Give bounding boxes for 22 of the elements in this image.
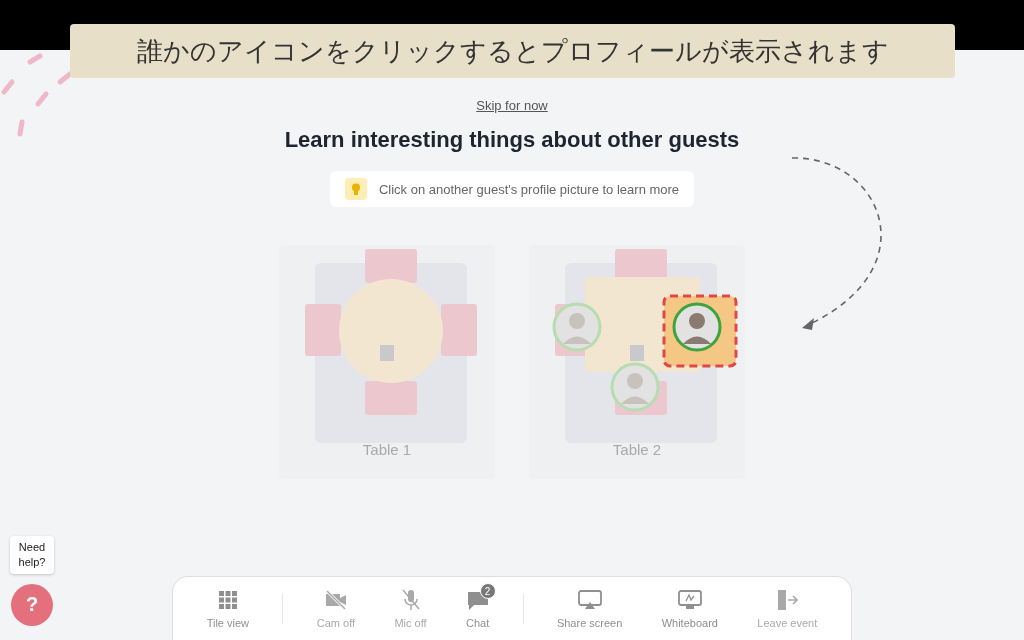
share-screen-icon bbox=[577, 590, 602, 610]
heading: Learn interesting things about other guests bbox=[284, 127, 740, 153]
exit-door-icon bbox=[776, 589, 799, 611]
grid-icon bbox=[218, 591, 237, 609]
table-label: Table 2 bbox=[612, 441, 662, 458]
camera-off-icon bbox=[324, 590, 347, 610]
tip-text: Click on another guest's profile picture to learn more bbox=[378, 181, 680, 197]
guest-avatar[interactable] bbox=[662, 294, 738, 368]
table-label: Table 1 bbox=[362, 441, 412, 458]
chat-count-badge: 2 bbox=[479, 583, 496, 599]
help-button[interactable]: ? bbox=[11, 583, 53, 626]
toolbar-button[interactable]: Share screen bbox=[550, 584, 629, 633]
chat-icon bbox=[466, 589, 489, 611]
caption-banner: 誰かのアイコンをクリックするとプロフィールが表示されます bbox=[70, 24, 955, 78]
lightbulb-icon bbox=[344, 178, 367, 200]
mic-off-icon bbox=[400, 589, 421, 611]
whiteboard-icon bbox=[677, 590, 702, 610]
help-tooltip: Need help? bbox=[10, 536, 54, 574]
toolbar-button[interactable]: Tile view bbox=[200, 584, 256, 633]
toolbar-button[interactable]: Whiteboard bbox=[655, 584, 724, 633]
skip-link[interactable]: Skip for now bbox=[476, 98, 548, 113]
toolbar-button[interactable]: 2 Chat bbox=[459, 584, 496, 633]
